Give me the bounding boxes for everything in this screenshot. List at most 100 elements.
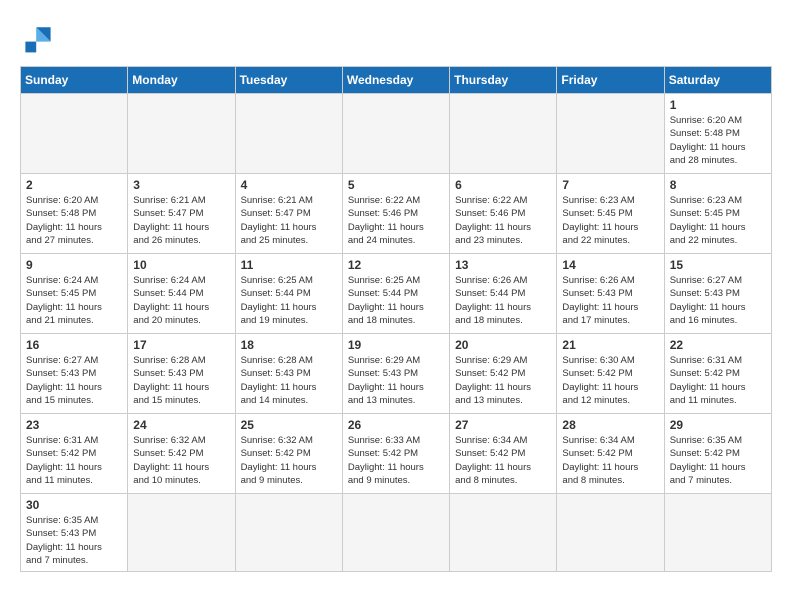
day-number: 18 xyxy=(241,338,337,352)
day-info: Sunrise: 6:29 AM Sunset: 5:43 PM Dayligh… xyxy=(348,354,444,407)
day-info: Sunrise: 6:27 AM Sunset: 5:43 PM Dayligh… xyxy=(670,274,766,327)
calendar-cell: 29 Sunrise: 6:35 AM Sunset: 5:42 PM Dayli… xyxy=(664,414,771,494)
calendar-cell: 1 Sunrise: 6:20 AM Sunset: 5:48 PM Daylig… xyxy=(664,94,771,174)
calendar-cell: 26Sunrise: 6:33 AM Sunset: 5:42 PM Dayli… xyxy=(342,414,449,494)
calendar-cell xyxy=(557,494,664,572)
week-row-4: 16 Sunrise: 6:27 AM Sunset: 5:43 PM Dayli… xyxy=(21,334,772,414)
calendar-cell: 5 Sunrise: 6:22 AM Sunset: 5:46 PM Daylig… xyxy=(342,174,449,254)
day-header-tuesday: Tuesday xyxy=(235,67,342,94)
calendar-cell xyxy=(664,494,771,572)
day-info: Sunrise: 6:25 AM Sunset: 5:44 PM Dayligh… xyxy=(348,274,444,327)
calendar-cell: 25 Sunrise: 6:32 AM Sunset: 5:42 PM Dayli… xyxy=(235,414,342,494)
day-number: 8 xyxy=(670,178,766,192)
calendar-cell xyxy=(450,94,557,174)
day-header-monday: Monday xyxy=(128,67,235,94)
day-info: Sunrise: 6:28 AM Sunset: 5:43 PM Dayligh… xyxy=(133,354,229,407)
day-number: 16 xyxy=(26,338,122,352)
day-number: 20 xyxy=(455,338,551,352)
calendar-cell: 27Sunrise: 6:34 AM Sunset: 5:42 PM Dayli… xyxy=(450,414,557,494)
calendar-cell: 23 Sunrise: 6:31 AM Sunset: 5:42 PM Dayli… xyxy=(21,414,128,494)
day-number: 30 xyxy=(26,498,122,512)
day-info: Sunrise: 6:22 AM Sunset: 5:46 PM Dayligh… xyxy=(455,194,551,247)
day-info: Sunrise: 6:35 AM Sunset: 5:42 PM Dayligh… xyxy=(670,434,766,487)
week-row-1: 1 Sunrise: 6:20 AM Sunset: 5:48 PM Daylig… xyxy=(21,94,772,174)
day-info: Sunrise: 6:23 AM Sunset: 5:45 PM Dayligh… xyxy=(562,194,658,247)
day-header-wednesday: Wednesday xyxy=(342,67,449,94)
day-header-thursday: Thursday xyxy=(450,67,557,94)
day-info: Sunrise: 6:30 AM Sunset: 5:42 PM Dayligh… xyxy=(562,354,658,407)
day-info: Sunrise: 6:31 AM Sunset: 5:42 PM Dayligh… xyxy=(26,434,122,487)
calendar-cell: 14 Sunrise: 6:26 AM Sunset: 5:43 PM Dayli… xyxy=(557,254,664,334)
day-number: 6 xyxy=(455,178,551,192)
calendar-cell: 6 Sunrise: 6:22 AM Sunset: 5:46 PM Daylig… xyxy=(450,174,557,254)
day-number: 21 xyxy=(562,338,658,352)
day-number: 25 xyxy=(241,418,337,432)
day-number: 24 xyxy=(133,418,229,432)
calendar-cell: 13 Sunrise: 6:26 AM Sunset: 5:44 PM Dayli… xyxy=(450,254,557,334)
day-number: 28 xyxy=(562,418,658,432)
page-header xyxy=(20,20,772,56)
calendar-cell xyxy=(235,94,342,174)
day-info: Sunrise: 6:26 AM Sunset: 5:43 PM Dayligh… xyxy=(562,274,658,327)
day-number: 14 xyxy=(562,258,658,272)
day-number: 3 xyxy=(133,178,229,192)
day-number: 11 xyxy=(241,258,337,272)
calendar-cell: 3 Sunrise: 6:21 AM Sunset: 5:47 PM Daylig… xyxy=(128,174,235,254)
calendar-cell: 7 Sunrise: 6:23 AM Sunset: 5:45 PM Daylig… xyxy=(557,174,664,254)
calendar-cell: 24Sunrise: 6:32 AM Sunset: 5:42 PM Dayli… xyxy=(128,414,235,494)
day-info: Sunrise: 6:21 AM Sunset: 5:47 PM Dayligh… xyxy=(241,194,337,247)
calendar-cell: 4Sunrise: 6:21 AM Sunset: 5:47 PM Daylig… xyxy=(235,174,342,254)
day-info: Sunrise: 6:25 AM Sunset: 5:44 PM Dayligh… xyxy=(241,274,337,327)
day-info: Sunrise: 6:24 AM Sunset: 5:45 PM Dayligh… xyxy=(26,274,122,327)
week-row-6: 30Sunrise: 6:35 AM Sunset: 5:43 PM Dayli… xyxy=(21,494,772,572)
day-number: 19 xyxy=(348,338,444,352)
calendar-cell: 18 Sunrise: 6:28 AM Sunset: 5:43 PM Dayli… xyxy=(235,334,342,414)
calendar-cell: 21 Sunrise: 6:30 AM Sunset: 5:42 PM Dayli… xyxy=(557,334,664,414)
day-number: 15 xyxy=(670,258,766,272)
day-number: 23 xyxy=(26,418,122,432)
calendar-table: SundayMondayTuesdayWednesdayThursdayFrid… xyxy=(20,66,772,572)
day-info: Sunrise: 6:32 AM Sunset: 5:42 PM Dayligh… xyxy=(241,434,337,487)
calendar-cell: 28 Sunrise: 6:34 AM Sunset: 5:42 PM Dayli… xyxy=(557,414,664,494)
day-header-friday: Friday xyxy=(557,67,664,94)
calendar-cell: 19 Sunrise: 6:29 AM Sunset: 5:43 PM Dayli… xyxy=(342,334,449,414)
day-header-sunday: Sunday xyxy=(21,67,128,94)
day-number: 29 xyxy=(670,418,766,432)
calendar-cell xyxy=(128,494,235,572)
day-number: 1 xyxy=(670,98,766,112)
week-row-3: 9 Sunrise: 6:24 AM Sunset: 5:45 PM Daylig… xyxy=(21,254,772,334)
day-number: 9 xyxy=(26,258,122,272)
calendar-cell xyxy=(450,494,557,572)
day-info: Sunrise: 6:23 AM Sunset: 5:45 PM Dayligh… xyxy=(670,194,766,247)
day-info: Sunrise: 6:22 AM Sunset: 5:46 PM Dayligh… xyxy=(348,194,444,247)
day-info: Sunrise: 6:29 AM Sunset: 5:42 PM Dayligh… xyxy=(455,354,551,407)
calendar-cell: 9 Sunrise: 6:24 AM Sunset: 5:45 PM Daylig… xyxy=(21,254,128,334)
calendar-cell: 10 Sunrise: 6:24 AM Sunset: 5:44 PM Dayli… xyxy=(128,254,235,334)
day-number: 5 xyxy=(348,178,444,192)
week-row-5: 23 Sunrise: 6:31 AM Sunset: 5:42 PM Dayli… xyxy=(21,414,772,494)
calendar-cell xyxy=(557,94,664,174)
day-number: 10 xyxy=(133,258,229,272)
day-number: 22 xyxy=(670,338,766,352)
calendar-cell: 22Sunrise: 6:31 AM Sunset: 5:42 PM Dayli… xyxy=(664,334,771,414)
day-info: Sunrise: 6:21 AM Sunset: 5:47 PM Dayligh… xyxy=(133,194,229,247)
day-info: Sunrise: 6:28 AM Sunset: 5:43 PM Dayligh… xyxy=(241,354,337,407)
calendar-cell: 16 Sunrise: 6:27 AM Sunset: 5:43 PM Dayli… xyxy=(21,334,128,414)
calendar-cell: 15 Sunrise: 6:27 AM Sunset: 5:43 PM Dayli… xyxy=(664,254,771,334)
calendar-cell: 12Sunrise: 6:25 AM Sunset: 5:44 PM Dayli… xyxy=(342,254,449,334)
day-info: Sunrise: 6:24 AM Sunset: 5:44 PM Dayligh… xyxy=(133,274,229,327)
day-info: Sunrise: 6:26 AM Sunset: 5:44 PM Dayligh… xyxy=(455,274,551,327)
day-info: Sunrise: 6:27 AM Sunset: 5:43 PM Dayligh… xyxy=(26,354,122,407)
day-info: Sunrise: 6:34 AM Sunset: 5:42 PM Dayligh… xyxy=(562,434,658,487)
day-number: 13 xyxy=(455,258,551,272)
day-number: 2 xyxy=(26,178,122,192)
day-number: 26 xyxy=(348,418,444,432)
calendar-cell: 11 Sunrise: 6:25 AM Sunset: 5:44 PM Dayli… xyxy=(235,254,342,334)
day-info: Sunrise: 6:20 AM Sunset: 5:48 PM Dayligh… xyxy=(26,194,122,247)
day-info: Sunrise: 6:20 AM Sunset: 5:48 PM Dayligh… xyxy=(670,114,766,167)
calendar-cell xyxy=(21,94,128,174)
calendar-cell xyxy=(342,94,449,174)
day-number: 7 xyxy=(562,178,658,192)
calendar-cell xyxy=(342,494,449,572)
logo-icon xyxy=(20,20,56,56)
